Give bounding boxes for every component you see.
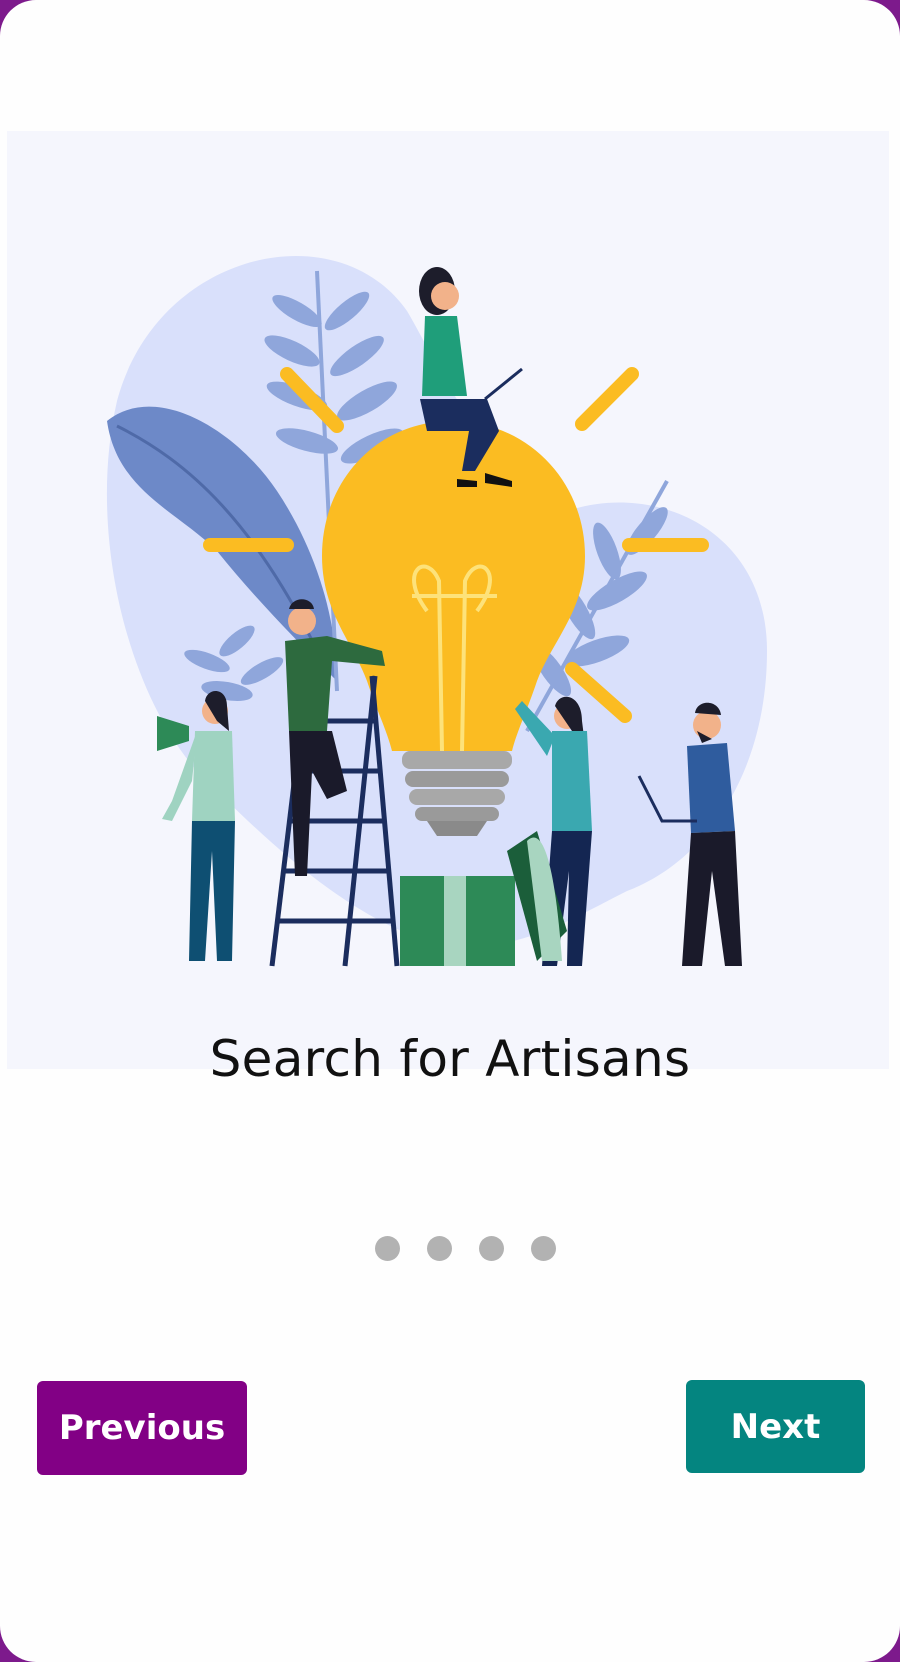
onboarding-screen: Search for Artisans Previous Next: [0, 0, 900, 1662]
previous-button[interactable]: Previous: [37, 1381, 247, 1475]
lightbulb-teamwork-illustration: [7, 131, 889, 1069]
next-button[interactable]: Next: [686, 1380, 865, 1473]
page-dot[interactable]: [375, 1236, 400, 1261]
page-indicator: [375, 1236, 556, 1261]
page-dot[interactable]: [479, 1236, 504, 1261]
slide-title: Search for Artisans: [209, 1030, 691, 1088]
page-dot[interactable]: [531, 1236, 556, 1261]
page-dot[interactable]: [427, 1236, 452, 1261]
